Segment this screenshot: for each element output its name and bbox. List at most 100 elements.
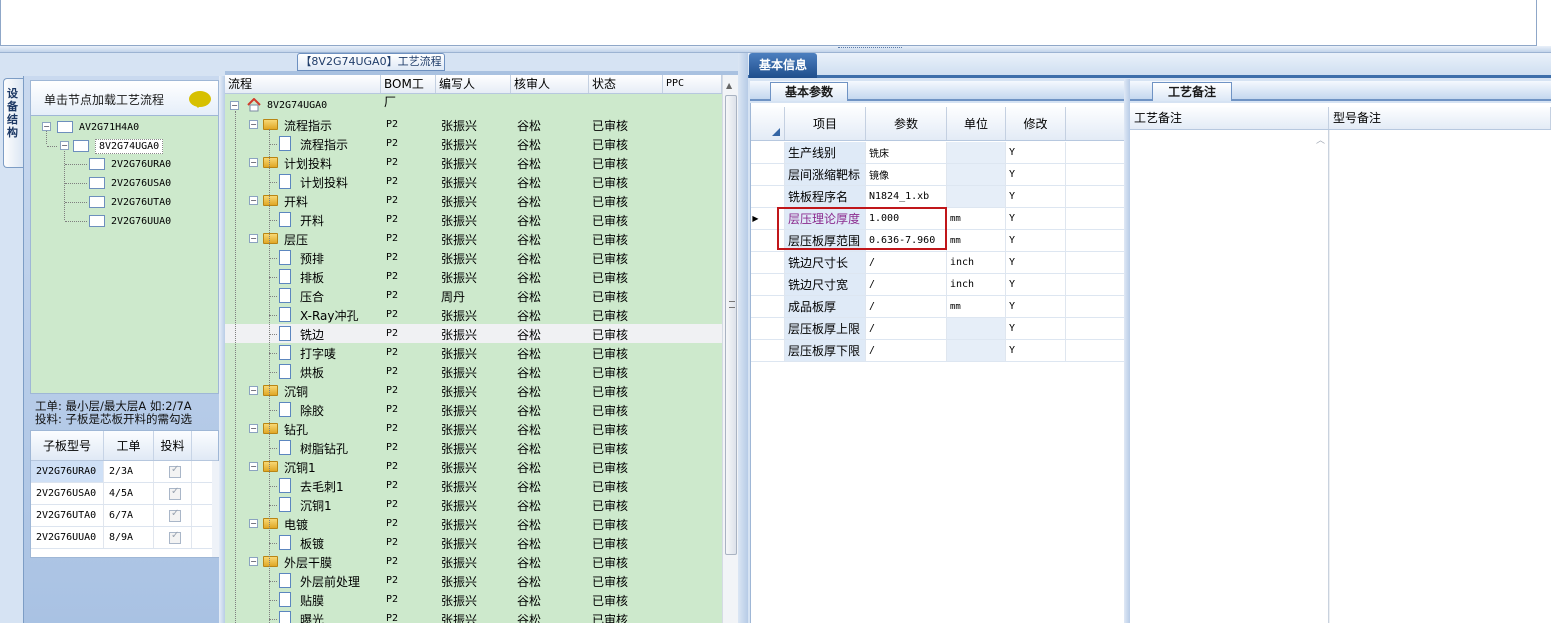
tree-collapse-toggle[interactable]: −	[249, 424, 258, 433]
col-header-order[interactable]: 工单	[104, 431, 154, 460]
tree-node[interactable]: 2V2G76USA0	[89, 175, 171, 191]
tree-collapse-toggle[interactable]: −	[249, 519, 258, 528]
tree-collapse-toggle[interactable]: −	[230, 101, 239, 110]
process-root-row[interactable]: − 8V2G74UGA0	[225, 96, 722, 115]
param-modify[interactable]: Y	[1006, 142, 1066, 163]
row-indicator[interactable]	[751, 252, 785, 273]
process-row[interactable]: 流程指示 P2 张振兴 谷松 已审核	[225, 134, 722, 153]
tree-collapse-toggle[interactable]: −	[249, 196, 258, 205]
col-header-bom[interactable]: BOM工厂	[381, 75, 436, 109]
param-unit[interactable]: mm	[947, 208, 1006, 229]
param-value[interactable]: /	[866, 340, 947, 361]
process-row[interactable]: 去毛刺1 P2 张振兴 谷松 已审核	[225, 476, 722, 495]
process-row[interactable]: 曝光 P2 张振兴 谷松 已审核	[225, 609, 722, 623]
param-modify[interactable]: Y	[1006, 340, 1066, 361]
param-modify[interactable]: Y	[1006, 296, 1066, 317]
param-value[interactable]: /	[866, 274, 947, 295]
tab-basic-info[interactable]: 基本信息	[749, 53, 817, 78]
params-row[interactable]: 层间涨缩靶标 镜像 Y	[751, 164, 1125, 186]
param-modify[interactable]: Y	[1006, 186, 1066, 207]
col-header-modify[interactable]: 修改	[1006, 107, 1066, 140]
process-row[interactable]: 除胶 P2 张振兴 谷松 已审核	[225, 400, 722, 419]
tab-device-structure[interactable]: 设备结构	[3, 78, 23, 168]
tree-collapse-toggle[interactable]: −	[42, 122, 51, 131]
params-row[interactable]: 生产线别 铣床 Y	[751, 142, 1125, 164]
horizontal-splitter[interactable]	[0, 46, 1551, 53]
process-row[interactable]: 打字唛 P2 张振兴 谷松 已审核	[225, 343, 722, 362]
col-header-ppc[interactable]: PPC	[663, 75, 722, 93]
tree-collapse-toggle[interactable]: −	[249, 557, 258, 566]
process-row[interactable]: 外层前处理 P2 张振兴 谷松 已审核	[225, 571, 722, 590]
tree-node-selected[interactable]: 8V2G74UGA0	[73, 138, 164, 154]
tree-collapse-toggle[interactable]: −	[249, 158, 258, 167]
scroll-thumb[interactable]	[725, 95, 737, 555]
row-indicator[interactable]	[751, 164, 785, 185]
process-row[interactable]: 预排 P2 张振兴 谷松 已审核	[225, 248, 722, 267]
params-row[interactable]: 层压板厚下限 / Y	[751, 340, 1125, 362]
process-row[interactable]: X-Ray冲孔 P2 张振兴 谷松 已审核	[225, 305, 722, 324]
param-unit[interactable]: mm	[947, 230, 1006, 251]
row-indicator[interactable]	[751, 274, 785, 295]
process-row[interactable]: 板镀 P2 张振兴 谷松 已审核	[225, 533, 722, 552]
tree-collapse-toggle[interactable]: −	[60, 141, 69, 150]
process-title-tab[interactable]: 【8V2G74UGA0】工艺流程	[297, 53, 445, 71]
param-unit[interactable]: inch	[947, 252, 1006, 273]
select-all-corner[interactable]	[751, 107, 785, 140]
param-unit[interactable]	[947, 186, 1006, 207]
param-modify[interactable]: Y	[1006, 230, 1066, 251]
process-row[interactable]: − 沉铜1 P2 张振兴 谷松 已审核	[225, 457, 722, 476]
process-row[interactable]: 计划投料 P2 张振兴 谷松 已审核	[225, 172, 722, 191]
col-header-writer[interactable]: 编写人	[436, 75, 511, 93]
sub-table-scrollbar[interactable]	[212, 461, 219, 557]
tree-node[interactable]: 2V2G76UUA0	[89, 213, 171, 229]
process-row[interactable]: 排板 P2 张振兴 谷松 已审核	[225, 267, 722, 286]
param-modify[interactable]: Y	[1006, 252, 1066, 273]
process-row[interactable]: 压合 P2 周丹 谷松 已审核	[225, 286, 722, 305]
col-header-feed[interactable]: 投料	[154, 431, 192, 460]
param-unit[interactable]	[947, 318, 1006, 339]
col-header-craft-note[interactable]: 工艺备注	[1130, 107, 1329, 129]
param-modify[interactable]: Y	[1006, 274, 1066, 295]
tab-craft-notes[interactable]: 工艺备注	[1152, 82, 1232, 101]
col-header-model-note[interactable]: 型号备注	[1329, 107, 1551, 129]
table-row[interactable]: 2V2G76UUA0 8/9A	[31, 527, 218, 549]
feed-checkbox[interactable]	[169, 530, 181, 544]
param-value[interactable]: /	[866, 318, 947, 339]
process-row[interactable]: 开料 P2 张振兴 谷松 已审核	[225, 210, 722, 229]
process-row[interactable]: 贴膜 P2 张振兴 谷松 已审核	[225, 590, 722, 609]
row-indicator[interactable]	[751, 296, 785, 317]
params-row[interactable]: 层压板厚上限 / Y	[751, 318, 1125, 340]
process-row[interactable]: 树脂钻孔 P2 张振兴 谷松 已审核	[225, 438, 722, 457]
col-header-reviewer[interactable]: 核审人	[511, 75, 589, 93]
process-row[interactable]: − 外层干膜 P2 张振兴 谷松 已审核	[225, 552, 722, 571]
tree-node[interactable]: 2V2G76UTA0	[89, 194, 171, 210]
col-header-unit[interactable]: 单位	[947, 107, 1006, 140]
feed-checkbox[interactable]	[169, 464, 181, 478]
process-grid-scrollbar[interactable]: ▲	[722, 75, 738, 623]
params-row[interactable]: 铣板程序名 N1824_1.xb Y	[751, 186, 1125, 208]
params-row[interactable]: 铣边尺寸长 / inch Y	[751, 252, 1125, 274]
process-row[interactable]: − 计划投料 P2 张振兴 谷松 已审核	[225, 153, 722, 172]
param-unit[interactable]	[947, 340, 1006, 361]
process-row[interactable]: − 流程指示 P2 张振兴 谷松 已审核	[225, 115, 722, 134]
process-row[interactable]: − 电镀 P2 张振兴 谷松 已审核	[225, 514, 722, 533]
feed-checkbox[interactable]	[169, 486, 181, 500]
param-value[interactable]: /	[866, 252, 947, 273]
param-unit[interactable]	[947, 164, 1006, 185]
table-row[interactable]: 2V2G76UTA0 6/7A	[31, 505, 218, 527]
row-indicator[interactable]	[751, 318, 785, 339]
process-row[interactable]: 烘板 P2 张振兴 谷松 已审核	[225, 362, 722, 381]
param-value[interactable]: 镜像	[866, 164, 947, 185]
table-row[interactable]: 2V2G76USA0 4/5A	[31, 483, 218, 505]
tree-node[interactable]: AV2G71H4A0	[57, 119, 139, 135]
param-unit[interactable]: mm	[947, 296, 1006, 317]
param-unit[interactable]: inch	[947, 274, 1006, 295]
param-modify[interactable]: Y	[1006, 208, 1066, 229]
param-modify[interactable]: Y	[1006, 318, 1066, 339]
params-row[interactable]: 成品板厚 / mm Y	[751, 296, 1125, 318]
table-row[interactable]: 2V2G76URA0 2/3A	[31, 461, 218, 483]
param-modify[interactable]: Y	[1006, 164, 1066, 185]
process-row[interactable]: − 开料 P2 张振兴 谷松 已审核	[225, 191, 722, 210]
process-row[interactable]: − 层压 P2 张振兴 谷松 已审核	[225, 229, 722, 248]
col-header-flow[interactable]: 流程	[225, 75, 381, 93]
